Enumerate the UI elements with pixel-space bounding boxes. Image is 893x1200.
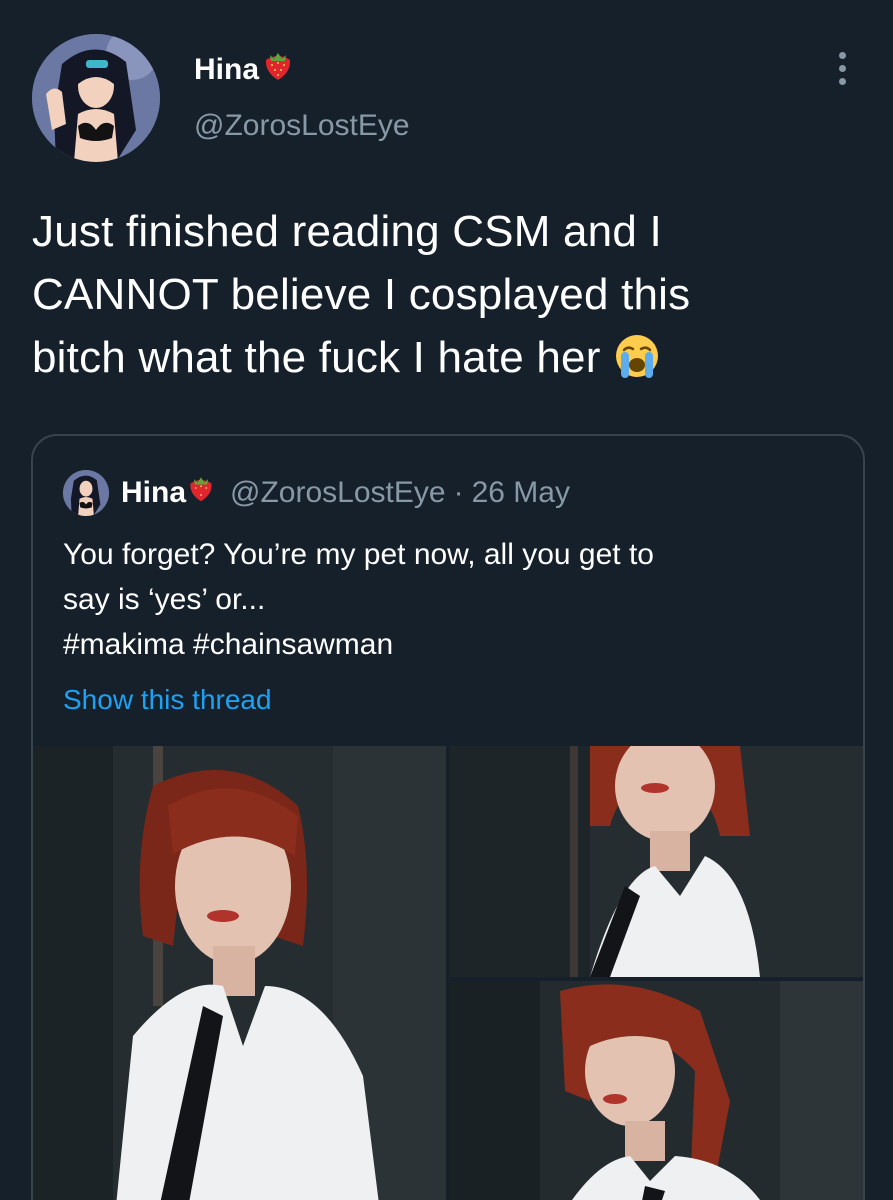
quoted-text-line: say is ‘yes’ or... (63, 583, 266, 616)
ellipsis-dot (838, 77, 846, 85)
more-options-button[interactable] (828, 48, 856, 88)
author-avatar[interactable] (32, 34, 160, 162)
quoted-author-avatar[interactable] (63, 470, 109, 516)
author-handle[interactable]: @ZorosLostEye (194, 108, 410, 144)
show-this-thread-link[interactable]: Show this thread (63, 682, 272, 718)
quoted-media-grid (33, 746, 863, 1200)
cosplay-photo-2[interactable] (450, 746, 863, 977)
loudly-crying-face-emoji-icon (613, 332, 661, 397)
cosplay-photo-3[interactable] (450, 981, 863, 1200)
tweet-detail-view: Hina @ZorosLostEye Just finished reading… (0, 0, 893, 1200)
quoted-tweet-date[interactable]: 26 May (472, 473, 570, 513)
quoted-tweet-header: Hina @ZorosLostEye · 26 May (63, 470, 570, 516)
quoted-tweet-text: You forget? You’re my pet now, all you g… (63, 532, 833, 667)
vertical-ellipsis-icon (838, 51, 846, 59)
author-name-text: Hina (194, 52, 260, 86)
tweet-text-line: bitch what the fuck I hate her (32, 333, 601, 382)
strawberry-emoji-icon (186, 473, 216, 514)
quoted-hashtags[interactable]: #makima #chainsawman (63, 622, 833, 667)
author-display-name[interactable]: Hina (194, 48, 295, 91)
tweet-text: Just finished reading CSM and I CANNOT b… (32, 200, 872, 397)
strawberry-emoji-icon (261, 48, 295, 91)
tweet-text-line: CANNOT believe I cosplayed this (32, 270, 691, 319)
cosplay-photo-1[interactable] (33, 746, 446, 1200)
ellipsis-dot (838, 64, 846, 72)
tweet-text-line: Just finished reading CSM and I (32, 207, 662, 256)
dot-separator: · (453, 476, 464, 509)
quoted-author-name[interactable]: Hina (121, 473, 186, 513)
quoted-text-line: You forget? You’re my pet now, all you g… (63, 538, 654, 571)
quoted-tweet-card[interactable]: Hina @ZorosLostEye · 26 May You forget? … (31, 434, 865, 1200)
tweet-text-line-with-emoji: bitch what the fuck I hate her (32, 326, 872, 397)
quoted-author-handle[interactable]: @ZorosLostEye (230, 473, 446, 513)
